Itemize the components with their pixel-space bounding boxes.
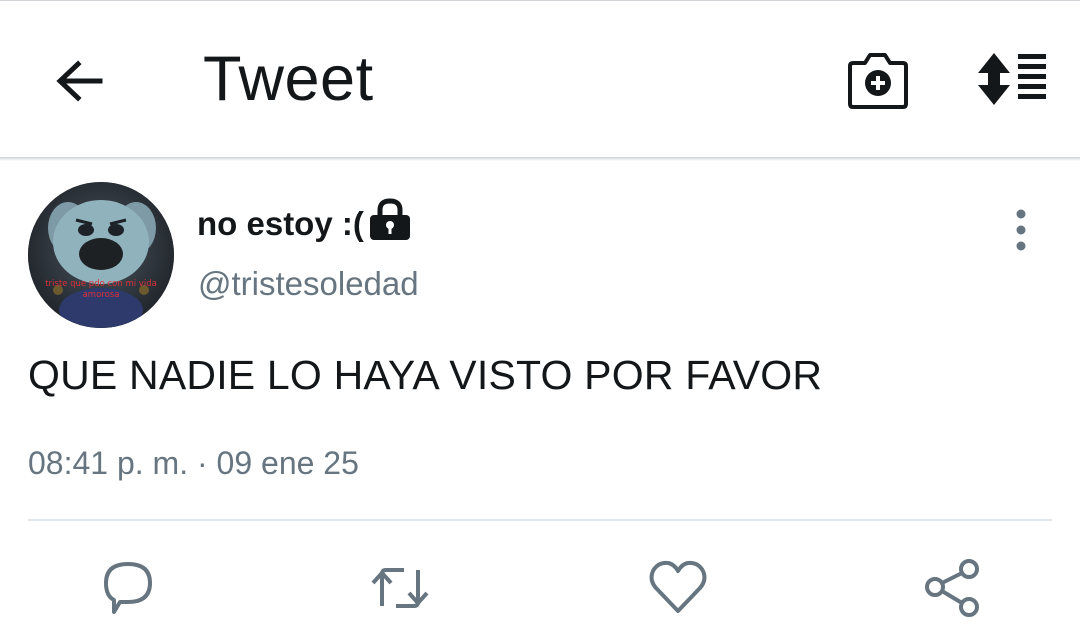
retweet-icon (371, 568, 429, 608)
lock-icon (368, 198, 412, 242)
avatar-image: triste que pdo con mi vida amorosa (28, 182, 174, 328)
avatar[interactable]: triste que pdo con mi vida amorosa (28, 182, 174, 328)
sort-button[interactable] (974, 51, 1050, 107)
back-button[interactable] (48, 53, 108, 113)
avatar-caption-line2: amorosa (83, 290, 120, 300)
share-icon (925, 559, 979, 617)
share-button[interactable] (920, 556, 984, 620)
arrow-left-icon (56, 60, 103, 102)
more-vertical-icon (1016, 209, 1026, 251)
user-handle[interactable]: @tristesoledad (198, 265, 419, 303)
app-header: Tweet (0, 0, 1080, 158)
retweet-button[interactable] (368, 556, 432, 620)
camera-button[interactable] (845, 49, 911, 111)
like-button[interactable] (646, 556, 710, 620)
tweet-timestamp: 08:41 p. m. · 09 ene 25 (28, 445, 359, 481)
more-options-button[interactable] (1000, 205, 1042, 255)
tweet-text: QUE NADIE LO HAYA VISTO POR FAVOR (28, 352, 823, 398)
camera-add-icon (848, 53, 908, 109)
page-title: Tweet (203, 44, 374, 114)
header-shadow (0, 157, 1080, 161)
reply-button[interactable] (96, 556, 160, 620)
avatar-caption-line1: triste que pdo con mi vida (45, 279, 157, 289)
divider (28, 519, 1052, 521)
heart-icon (649, 560, 707, 613)
display-name[interactable]: no estoy :( (197, 205, 364, 243)
sort-list-icon (978, 53, 1046, 105)
reply-icon (104, 562, 152, 614)
